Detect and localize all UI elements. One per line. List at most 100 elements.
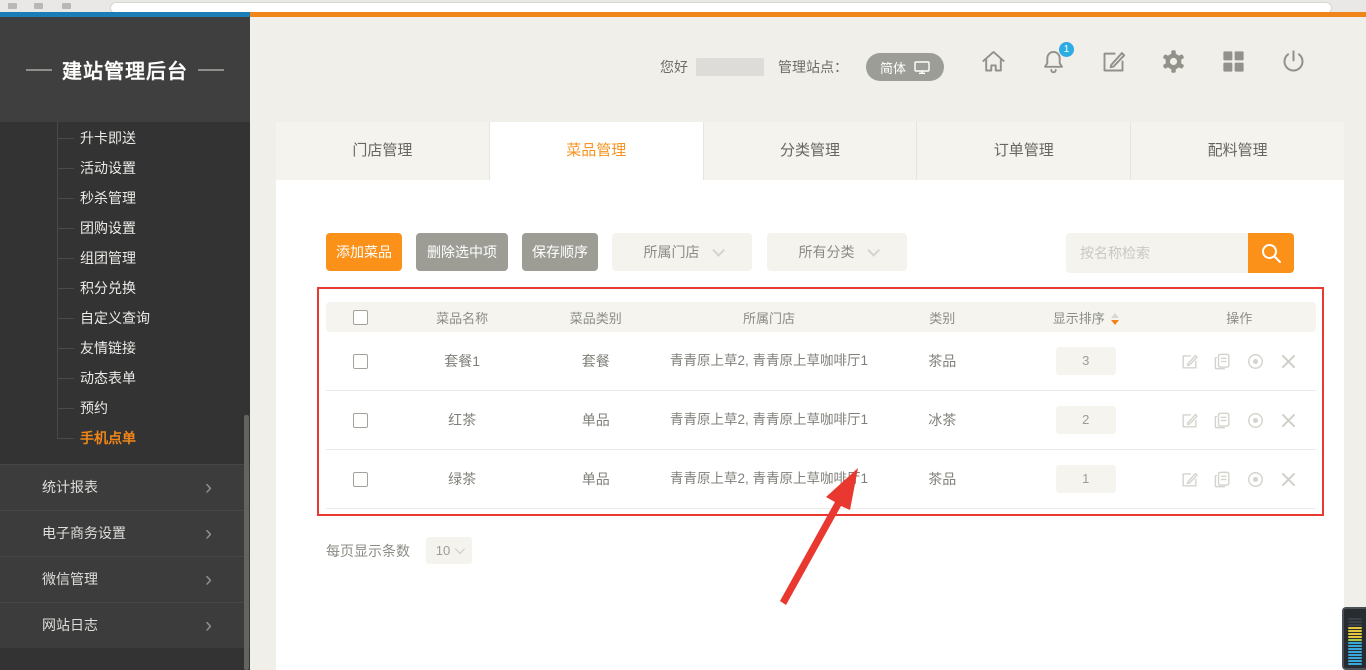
- tab-ingredient-manage[interactable]: 配料管理: [1131, 122, 1344, 180]
- sidebar-item-groupbuy-settings[interactable]: 团购设置: [0, 213, 250, 243]
- tab-category-manage[interactable]: 分类管理: [704, 122, 918, 180]
- delete-x-icon[interactable]: [1279, 411, 1298, 430]
- sidebar-section-ecommerce[interactable]: 电子商务设置›: [0, 510, 250, 556]
- sidebar-item-flashsale[interactable]: 秒杀管理: [0, 183, 250, 213]
- sidebar-section-wechat[interactable]: 微信管理›: [0, 556, 250, 602]
- notification-badge: 1: [1059, 42, 1074, 57]
- delete-x-icon[interactable]: [1279, 352, 1298, 371]
- row-checkbox[interactable]: [353, 413, 368, 428]
- section-label: 统计报表: [42, 479, 98, 495]
- edit-icon[interactable]: [1100, 48, 1127, 75]
- logout-power-icon[interactable]: [1280, 48, 1307, 75]
- add-dish-button[interactable]: 添加菜品: [326, 233, 402, 271]
- col-category: 类别: [875, 308, 1009, 327]
- dish-category: 茶品: [875, 351, 1009, 371]
- sort-arrows-icon[interactable]: [1111, 313, 1119, 325]
- toolbar: 添加菜品 删除选中项 保存顺序 所属门店 所有分类: [276, 233, 1344, 273]
- sort-order-label: 显示排序: [1053, 311, 1105, 326]
- save-order-button[interactable]: 保存顺序: [522, 233, 598, 271]
- browser-toolbar-fragment: [62, 3, 71, 9]
- brand-dash: [198, 69, 224, 71]
- browser-chrome-sliver: [0, 0, 1366, 12]
- store-filter-label: 所属门店: [644, 242, 700, 262]
- copy-icon[interactable]: [1213, 411, 1232, 430]
- pagination: 每页显示条数 10: [326, 537, 472, 564]
- dish-category: 冰茶: [875, 410, 1009, 430]
- copy-icon[interactable]: [1213, 470, 1232, 489]
- sidebar-item-mobile-ordering[interactable]: 手机点单: [0, 423, 250, 453]
- search-button[interactable]: [1248, 233, 1294, 273]
- dish-type: 套餐: [529, 351, 663, 371]
- col-dish-type: 菜品类别: [529, 308, 663, 327]
- sidebar: 建站管理后台 升卡即送 活动设置 秒杀管理 团购设置 组团管理 积分兑换 自定义…: [0, 17, 250, 670]
- sidebar-item-activity-settings[interactable]: 活动设置: [0, 153, 250, 183]
- col-sort-order[interactable]: 显示排序: [1009, 308, 1162, 327]
- copy-icon[interactable]: [1213, 352, 1232, 371]
- sidebar-section-statistics[interactable]: 统计报表›: [0, 464, 250, 510]
- delete-x-icon[interactable]: [1279, 470, 1298, 489]
- sort-order-value[interactable]: 1: [1056, 465, 1116, 493]
- search-input[interactable]: [1066, 233, 1248, 273]
- col-dish-name: 菜品名称: [395, 308, 529, 327]
- sidebar-item-custom-query[interactable]: 自定义查询: [0, 303, 250, 333]
- home-icon[interactable]: [980, 48, 1007, 75]
- main-panel: 门店管理 菜品管理 分类管理 订单管理 配料管理 添加菜品 删除选中项 保存顺序…: [276, 122, 1344, 670]
- table-header-row: 菜品名称 菜品类别 所属门店 类别 显示排序 操作: [326, 302, 1316, 332]
- sidebar-section-sitelog[interactable]: 网站日志›: [0, 602, 250, 648]
- sidebar-scrollbar[interactable]: [244, 415, 249, 670]
- audio-level-widget: [1342, 607, 1366, 670]
- row-actions: [1163, 470, 1316, 489]
- language-label: 简体: [880, 58, 906, 77]
- page-size-value: 10: [436, 543, 450, 558]
- browser-toolbar-fragment: [8, 3, 17, 9]
- settings-gear-icon[interactable]: [1160, 48, 1187, 75]
- section-label: 电子商务设置: [42, 525, 126, 541]
- dish-stores: 青青原上草2, 青青原上草咖啡厅1: [663, 469, 876, 489]
- tab-dish-manage[interactable]: 菜品管理: [490, 122, 704, 180]
- language-switch-button[interactable]: 简体: [866, 53, 944, 81]
- tab-order-manage[interactable]: 订单管理: [917, 122, 1131, 180]
- header-icon-group: 1: [980, 48, 1307, 75]
- dish-stores: 青青原上草2, 青青原上草咖啡厅1: [663, 351, 876, 371]
- row-actions: [1163, 411, 1316, 430]
- view-eye-icon[interactable]: [1246, 352, 1265, 371]
- col-actions: 操作: [1163, 308, 1316, 327]
- notifications-bell-icon[interactable]: 1: [1040, 48, 1067, 75]
- row-actions: [1163, 352, 1316, 371]
- apps-grid-icon[interactable]: [1220, 48, 1247, 75]
- row-checkbox[interactable]: [353, 472, 368, 487]
- category-filter-label: 所有分类: [799, 242, 855, 262]
- edit-icon[interactable]: [1180, 411, 1199, 430]
- topbar-orange-strip: [250, 12, 1366, 17]
- section-label: 网站日志: [42, 617, 98, 633]
- sort-order-value[interactable]: 3: [1056, 347, 1116, 375]
- username-redacted: [696, 58, 764, 76]
- store-filter-dropdown[interactable]: 所属门店: [612, 233, 752, 271]
- sidebar-brand: 建站管理后台: [0, 17, 250, 122]
- tab-store-manage[interactable]: 门店管理: [276, 122, 490, 180]
- chevron-right-icon: ›: [205, 557, 212, 602]
- sidebar-item-points-exchange[interactable]: 积分兑换: [0, 273, 250, 303]
- search-icon: [1259, 241, 1283, 265]
- page-size-dropdown[interactable]: 10: [426, 537, 472, 564]
- row-checkbox[interactable]: [353, 354, 368, 369]
- edit-icon[interactable]: [1180, 352, 1199, 371]
- user-bar: 您好 管理站点： 简体: [660, 50, 944, 84]
- view-eye-icon[interactable]: [1246, 411, 1265, 430]
- sidebar-item-group-manage[interactable]: 组团管理: [0, 243, 250, 273]
- edit-icon[interactable]: [1180, 470, 1199, 489]
- sidebar-item-dynamic-forms[interactable]: 动态表单: [0, 363, 250, 393]
- greeting-label: 您好: [660, 57, 688, 77]
- brand-title: 建站管理后台: [62, 55, 188, 84]
- sidebar-item-upgrade-gift[interactable]: 升卡即送: [0, 123, 250, 153]
- sidebar-item-friend-links[interactable]: 友情链接: [0, 333, 250, 363]
- sidebar-item-reservation[interactable]: 预约: [0, 393, 250, 423]
- sidebar-submenu: 升卡即送 活动设置 秒杀管理 团购设置 组团管理 积分兑换 自定义查询 友情链接…: [0, 122, 250, 453]
- sort-order-value[interactable]: 2: [1056, 406, 1116, 434]
- category-filter-dropdown[interactable]: 所有分类: [767, 233, 907, 271]
- site-label: 管理站点：: [778, 57, 848, 77]
- chevron-down-icon: [867, 244, 880, 257]
- view-eye-icon[interactable]: [1246, 470, 1265, 489]
- select-all-checkbox[interactable]: [353, 310, 368, 325]
- delete-selected-button[interactable]: 删除选中项: [416, 233, 508, 271]
